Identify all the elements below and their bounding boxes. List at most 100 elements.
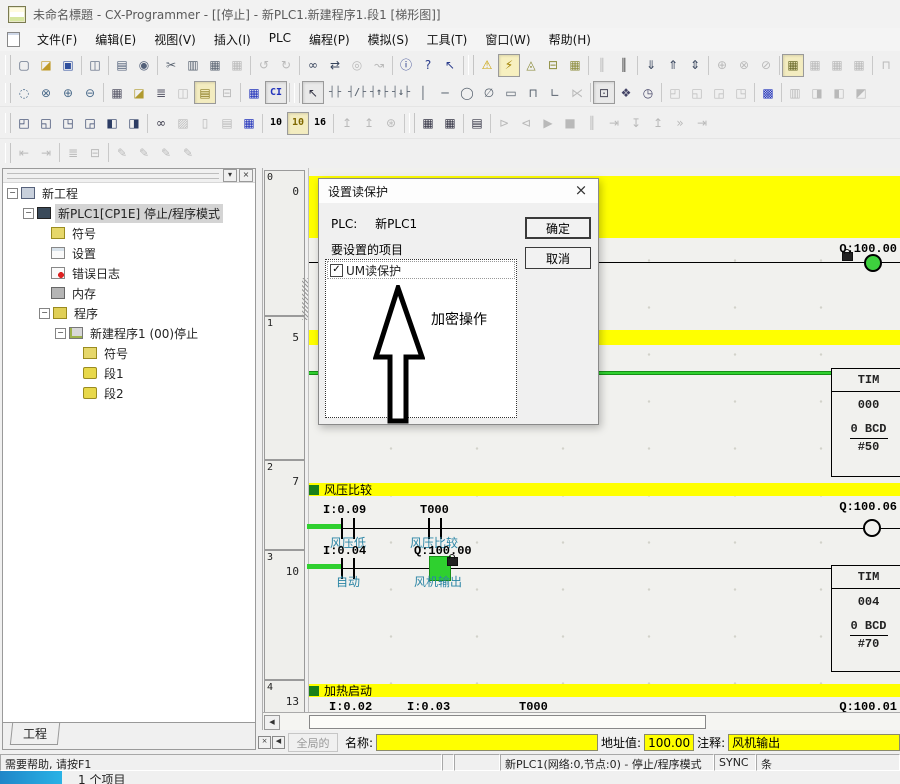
open-file-icon[interactable]: ◪ [35, 54, 57, 77]
mode-monitor-icon[interactable]: ▦ [826, 54, 848, 77]
toolbar-grip[interactable] [5, 143, 11, 163]
paste-special-icon[interactable]: ▦ [226, 54, 248, 77]
window-arrange-icon[interactable]: ◲ [79, 112, 101, 135]
transfer-from-plc-icon[interactable]: ⇑ [662, 54, 684, 77]
toolbar-grip[interactable] [5, 113, 11, 133]
um-read-protect-item[interactable]: ✓ UM读保护 [327, 261, 515, 279]
tree-item-6[interactable]: −程序 [3, 303, 255, 323]
menu-item-3[interactable]: 插入(I) [205, 28, 260, 51]
contact-up-icon[interactable]: ┤↑├ [368, 81, 390, 104]
sim-stop-icon[interactable]: ■ [559, 112, 581, 135]
print-preview-icon[interactable]: ◉ [133, 54, 155, 77]
rung-annotation-list-icon[interactable]: ≣ [150, 81, 172, 104]
coil-closed-tool-icon[interactable]: ∅ [478, 81, 500, 104]
rung4-comment-band[interactable]: 加热启动 [309, 684, 900, 697]
mode-program-icon[interactable]: ▦ [782, 54, 804, 77]
contact-down-icon[interactable]: ┤↓├ [390, 81, 412, 104]
tree-expander-icon[interactable]: − [39, 308, 50, 319]
pause-monitor-icon[interactable]: ║ [591, 54, 613, 77]
undo-icon[interactable]: ↺ [253, 54, 275, 77]
find-icon[interactable]: ∞ [302, 54, 324, 77]
set-value-icon[interactable]: ⊛ [380, 112, 402, 135]
tree-expander-icon[interactable]: − [55, 328, 66, 339]
tab-project[interactable]: 工程 [10, 723, 60, 745]
window-tile-h-icon[interactable]: ◱ [35, 112, 57, 135]
edit-step-4-icon[interactable]: ◳ [730, 81, 752, 104]
scrollbar-thumb[interactable] [309, 715, 706, 729]
online-edit-begin-icon[interactable]: ▥ [784, 81, 806, 104]
workspace-collapse-button[interactable]: ▾ [223, 169, 237, 182]
menu-item-0[interactable]: 文件(F) [28, 28, 86, 51]
compare-file-icon[interactable]: ◫ [84, 54, 106, 77]
mnemonic-view-icon[interactable]: ▯ [194, 112, 216, 135]
force-on-icon[interactable]: ⊕ [711, 54, 733, 77]
force-set-bit-icon[interactable]: ↥ [336, 112, 358, 135]
sim-scan-run-icon[interactable]: ⊳ [493, 112, 515, 135]
contact-nc-icon[interactable]: ┤/├ [346, 81, 368, 104]
workspace-close-button[interactable]: × [239, 169, 253, 182]
menu-item-8[interactable]: 窗口(W) [476, 28, 539, 51]
radix-decimal-icon[interactable]: 10 [265, 112, 287, 135]
mdi-child-icon[interactable] [7, 32, 20, 47]
new-file-icon[interactable]: ▢ [13, 54, 35, 77]
sim-run-icon[interactable]: ▶ [537, 112, 559, 135]
find-ladder-icon[interactable]: ∞ [150, 112, 172, 135]
ci-display-icon[interactable]: CI [265, 81, 287, 104]
ok-button[interactable]: 确定 [525, 217, 591, 239]
rung0-output-coil[interactable] [864, 254, 882, 272]
tree-item-8[interactable]: 符号 [3, 343, 255, 363]
rung-4-header[interactable]: 413 [264, 680, 305, 713]
redo-icon[interactable]: ↻ [275, 54, 297, 77]
sim-step-in-icon[interactable]: ↧ [625, 112, 647, 135]
rung2-output-coil[interactable] [863, 519, 881, 537]
io-comment-view-icon[interactable]: ▤ [216, 112, 238, 135]
online-edit-send-icon[interactable]: ◨ [806, 81, 828, 104]
taskbar-item[interactable] [0, 771, 62, 784]
contact-no-icon[interactable]: ┤├ [324, 81, 346, 104]
cut-icon[interactable]: ✂ [160, 54, 182, 77]
tree-item-3[interactable]: 设置 [3, 243, 255, 263]
rung2-comment-band[interactable]: 风压比较 [309, 483, 900, 496]
symbol-bar-left-button[interactable]: ◀ [272, 736, 285, 749]
toolbar-grip[interactable] [5, 55, 11, 75]
tree-item-7[interactable]: −新建程序1 (00)停止 [3, 323, 255, 343]
horizontal-line-icon[interactable]: ─ [434, 81, 456, 104]
edit-step-1-icon[interactable]: ◰ [664, 81, 686, 104]
window-edit-icon[interactable]: ◨ [123, 112, 145, 135]
toolbar-grip[interactable] [468, 55, 474, 75]
tim1-instruction-block[interactable]: TIM 000 0 BCD #50 [831, 368, 900, 477]
window-split-icon[interactable]: ◫ [172, 81, 194, 104]
paste-icon[interactable]: ▦ [204, 54, 226, 77]
rung2-output-address[interactable]: Q:100.06 [839, 500, 897, 514]
menu-item-6[interactable]: 模拟(S) [359, 28, 418, 51]
function-block-icon[interactable]: ⊓ [522, 81, 544, 104]
print-icon[interactable]: ▤ [111, 54, 133, 77]
pause-icon[interactable]: ║ [613, 54, 635, 77]
rung-3-header[interactable]: 310 [264, 550, 305, 680]
find-next-icon[interactable]: ◎ [346, 54, 368, 77]
tree-item-0[interactable]: −新工程 [3, 183, 255, 203]
sim-step-run-icon[interactable]: ⇥ [603, 112, 625, 135]
work-online-icon[interactable]: ⚡ [498, 54, 520, 77]
watch-window-icon[interactable]: ⊡ [593, 81, 615, 104]
sim-continuous-run-icon[interactable]: ⊲ [515, 112, 537, 135]
tree-item-1[interactable]: −新PLC1[CP1E] 停止/程序模式 [3, 203, 255, 223]
differential-monitor-icon[interactable]: ⊓ [875, 54, 897, 77]
address-input[interactable] [644, 734, 694, 751]
symbol-bar-close-button[interactable]: × [258, 736, 271, 749]
invert-tool-icon[interactable]: ⋉ [566, 81, 588, 104]
zoom-fit-icon[interactable]: ⊗ [35, 81, 57, 104]
outdent-rung-icon[interactable]: ⇤ [13, 141, 35, 164]
tree-item-4[interactable]: 错误日志 [3, 263, 255, 283]
online-edit-cancel-icon[interactable]: ◧ [828, 81, 850, 104]
window-tile-v-icon[interactable]: ◳ [57, 112, 79, 135]
force-reset-bit-icon[interactable]: ↥ [358, 112, 380, 135]
symbol-display-icon[interactable]: ◪ [128, 81, 150, 104]
online-monitor-icon[interactable]: ▦ [564, 54, 586, 77]
rung-wrap-icon[interactable]: ⊟ [84, 141, 106, 164]
toolbar-grip[interactable] [409, 113, 415, 133]
menu-item-2[interactable]: 视图(V) [145, 28, 205, 51]
address-reference-icon[interactable]: ❖ [615, 81, 637, 104]
name-input[interactable] [376, 734, 598, 751]
cross-reference-icon[interactable]: ▨ [172, 112, 194, 135]
